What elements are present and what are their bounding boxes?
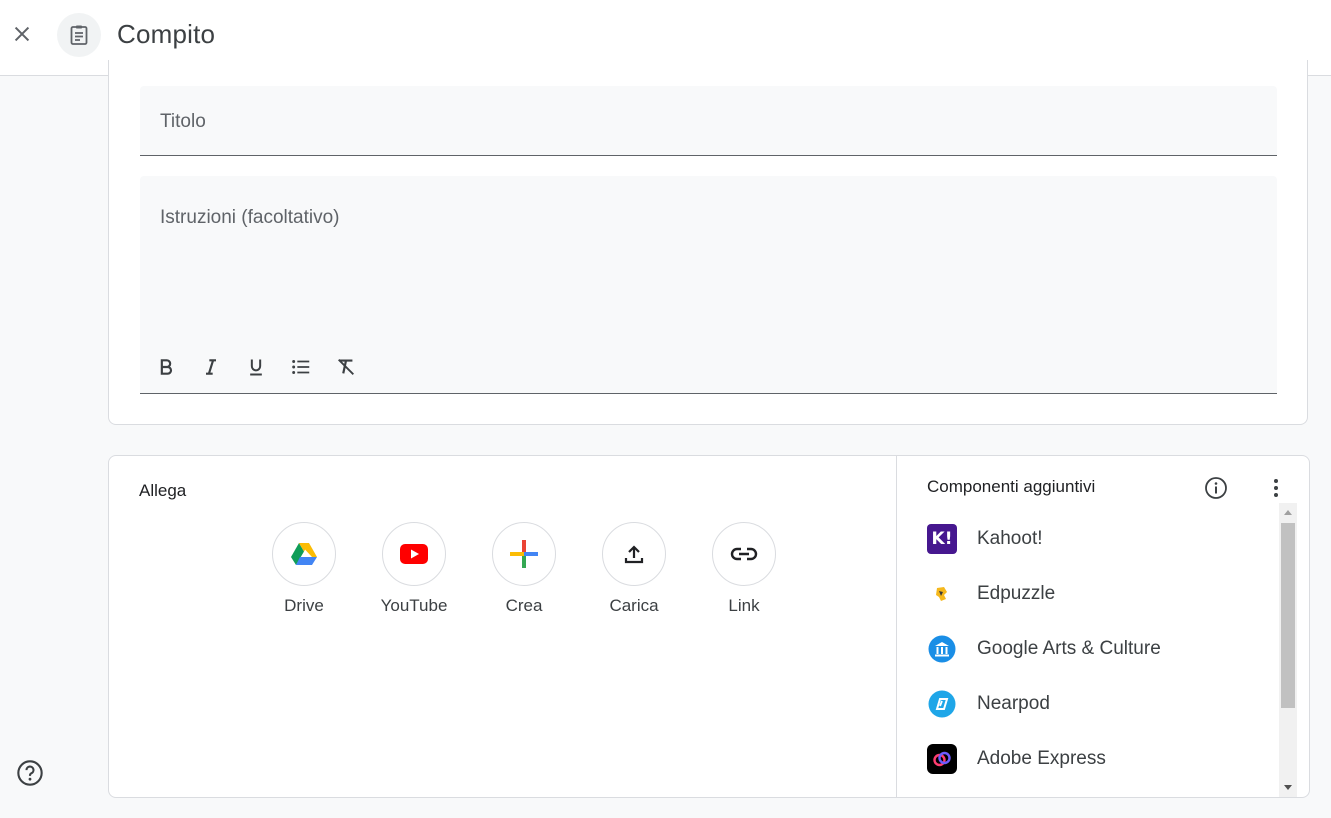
youtube-icon <box>400 544 428 564</box>
google-drive-icon <box>291 543 317 565</box>
arts-culture-logo-icon <box>927 634 957 664</box>
attach-create-circle <box>492 522 556 586</box>
attach-upload-button[interactable]: Carica <box>579 522 689 616</box>
instructions-input[interactable]: Istruzioni (facoltativo) <box>140 176 1277 394</box>
kahoot-logo-text: K! <box>931 528 953 549</box>
addons-more-button[interactable] <box>1263 475 1289 501</box>
addon-nearpod[interactable]: Nearpod <box>927 676 1277 731</box>
scroll-down-button[interactable] <box>1279 779 1297 797</box>
adobe-express-logo-icon <box>927 743 957 774</box>
addon-name: Edpuzzle <box>977 582 1056 604</box>
info-icon <box>1205 477 1227 499</box>
instructions-placeholder: Istruzioni (facoltativo) <box>160 207 340 228</box>
addon-google-arts-culture[interactable]: Google Arts & Culture <box>927 621 1277 676</box>
scroll-down-arrow-icon <box>1284 785 1292 790</box>
underline-icon <box>250 359 262 376</box>
attach-link-button[interactable]: Link <box>689 522 799 616</box>
addons-list: K! Kahoot! Edpuzzle Google Arts & Cultur… <box>927 511 1277 786</box>
attach-drive-label: Drive <box>284 596 324 615</box>
attach-label: Allega <box>139 481 187 500</box>
attach-youtube-label: YouTube <box>380 596 448 615</box>
attach-drive-circle <box>272 522 336 586</box>
bold-icon <box>160 359 172 375</box>
attach-link-circle <box>712 522 776 586</box>
addon-name: Adobe Express <box>977 747 1106 769</box>
close-icon <box>14 26 30 42</box>
attach-drive-button[interactable]: Drive <box>249 522 359 616</box>
bulleted-list-button[interactable] <box>285 352 317 382</box>
attach-youtube-circle <box>382 522 446 586</box>
close-button[interactable] <box>4 16 40 52</box>
upload-icon <box>624 545 644 564</box>
addons-title: Componenti aggiuntivi <box>927 477 1096 496</box>
help-button[interactable] <box>14 757 46 789</box>
attachments-card: Allega Drive YouTube Crea Carica Link Co… <box>108 455 1310 798</box>
addon-edpuzzle[interactable]: Edpuzzle <box>927 566 1277 621</box>
addons-scrollbar[interactable] <box>1279 503 1297 797</box>
attach-options: Drive YouTube Crea Carica Link <box>249 522 799 616</box>
addon-name: Google Arts & Culture <box>977 637 1161 659</box>
underline-button[interactable] <box>240 352 272 382</box>
addon-adobe-express[interactable]: Adobe Express <box>927 731 1277 786</box>
help-icon <box>17 760 43 786</box>
attach-upload-label: Carica <box>609 596 659 615</box>
link-icon <box>730 547 758 561</box>
page-title: Compito <box>117 19 216 49</box>
clear-formatting-icon <box>338 359 354 375</box>
clear-formatting-button[interactable] <box>330 352 362 382</box>
assignment-icon-badge <box>57 13 101 57</box>
kahoot-logo-icon: K! <box>927 523 957 554</box>
italic-icon <box>206 359 216 375</box>
attach-upload-circle <box>602 522 666 586</box>
attach-youtube-button[interactable]: YouTube <box>359 522 469 616</box>
more-vert-icon <box>1274 479 1278 497</box>
addon-name: Nearpod <box>977 692 1050 714</box>
formatting-toolbar <box>150 352 362 382</box>
addons-info-button[interactable] <box>1203 475 1229 501</box>
scroll-thumb[interactable] <box>1281 523 1295 708</box>
addon-kahoot[interactable]: K! Kahoot! <box>927 511 1277 566</box>
italic-button[interactable] <box>195 352 227 382</box>
assignment-icon <box>70 25 88 45</box>
attach-create-label: Crea <box>505 596 543 615</box>
bold-button[interactable] <box>150 352 182 382</box>
attach-link-label: Link <box>728 596 760 615</box>
title-input[interactable]: Titolo <box>140 86 1277 156</box>
plus-icon <box>510 540 538 568</box>
addon-name: Kahoot! <box>977 527 1043 549</box>
panel-divider <box>896 456 897 797</box>
scroll-up-button[interactable] <box>1279 503 1297 521</box>
title-placeholder: Titolo <box>160 111 206 132</box>
scroll-up-arrow-icon <box>1284 510 1292 515</box>
nearpod-logo-icon <box>927 689 957 719</box>
edpuzzle-logo-icon <box>927 579 957 609</box>
attach-create-button[interactable]: Crea <box>469 522 579 616</box>
bulleted-list-icon <box>292 360 310 374</box>
